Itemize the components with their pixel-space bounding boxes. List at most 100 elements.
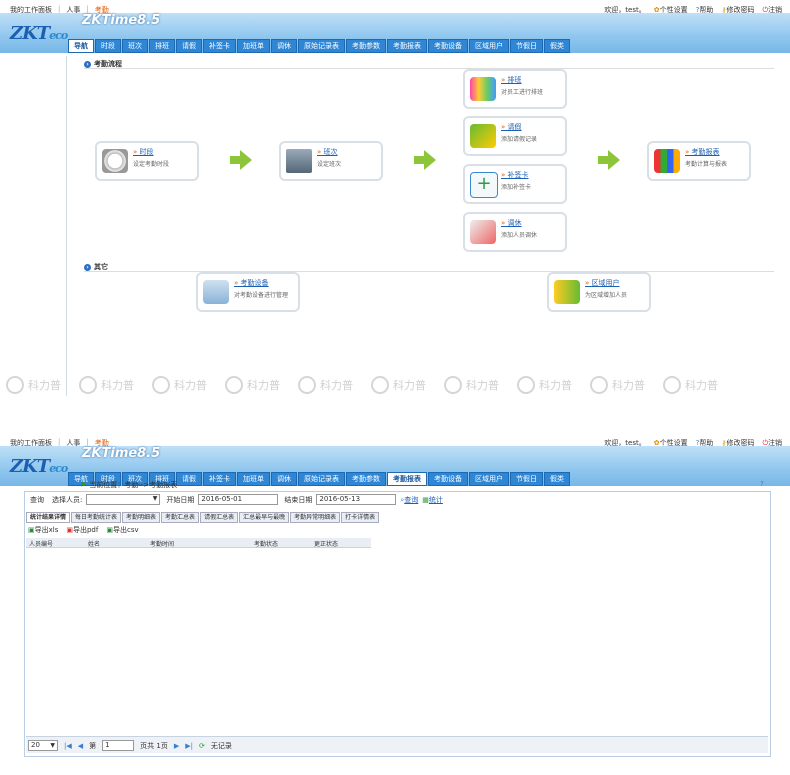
no-records-text: 无记录 bbox=[210, 741, 232, 750]
card-report[interactable]: 考勤报表 考勤计算与报表 bbox=[647, 141, 751, 181]
card-schedule[interactable]: 排班 对员工进行排班 bbox=[463, 69, 567, 109]
watermark-logo: 科力普 bbox=[371, 376, 426, 394]
card-makeup[interactable]: + 补签卡 添加补签卡 bbox=[463, 164, 567, 204]
watermark-icon bbox=[225, 376, 243, 394]
tab-12[interactable]: 区域用户 bbox=[469, 472, 509, 486]
tab-6[interactable]: 加班单 bbox=[237, 39, 270, 53]
query-button[interactable]: ⌕查询 bbox=[400, 495, 418, 505]
card-title[interactable]: 请假 bbox=[501, 122, 522, 132]
tab-5[interactable]: 补签卡 bbox=[203, 39, 236, 53]
col-time[interactable]: 考勤时间 bbox=[150, 539, 174, 548]
end-date-label: 结束日期 bbox=[284, 495, 313, 504]
tab-6[interactable]: 加班单 bbox=[237, 472, 270, 486]
pencil-icon bbox=[470, 124, 496, 148]
chevron-down-icon: ▼ bbox=[152, 495, 158, 502]
card-desc: 设定班次 bbox=[317, 161, 342, 168]
card-desc: 添加请假记录 bbox=[501, 136, 538, 143]
card-title[interactable]: 时段 bbox=[133, 147, 154, 157]
tab-11[interactable]: 考勤设备 bbox=[428, 39, 468, 53]
table-header: 人员编号 姓名 考勤时间 考勤状态 更正状态 bbox=[26, 538, 371, 548]
page-size-select[interactable]: 20 ▼ bbox=[28, 740, 58, 751]
tab-13[interactable]: 节假日 bbox=[510, 472, 543, 486]
page-prefix: 第 bbox=[89, 741, 97, 750]
tab-10[interactable]: 考勤报表 bbox=[387, 472, 427, 486]
tab-5[interactable]: 补签卡 bbox=[203, 472, 236, 486]
divider bbox=[84, 271, 774, 272]
tab-11[interactable]: 考勤设备 bbox=[428, 472, 468, 486]
help-icon[interactable]: ? bbox=[760, 480, 764, 488]
first-page-icon[interactable]: |◀ bbox=[64, 742, 72, 750]
card-title[interactable]: 排班 bbox=[501, 75, 522, 85]
tab-7[interactable]: 调休 bbox=[271, 472, 297, 486]
tab-7[interactable]: 调休 bbox=[271, 39, 297, 53]
query-toolbar: 查询 选择人员: ▼ 开始日期 2016-05-01 结束日期 2016-05-… bbox=[30, 494, 443, 505]
col-corrected-status[interactable]: 更正状态 bbox=[314, 539, 338, 548]
col-name[interactable]: 姓名 bbox=[88, 539, 100, 548]
page-number-input[interactable]: 1 bbox=[102, 740, 135, 751]
report-subtab[interactable]: 考勤明细表 bbox=[122, 512, 161, 523]
col-employee-id[interactable]: 人员编号 bbox=[29, 539, 53, 548]
watermark-icon bbox=[517, 376, 535, 394]
card-desc: 考勤计算与报表 bbox=[685, 161, 728, 168]
export-csv-button[interactable]: ▣导出csv bbox=[106, 525, 138, 535]
tab-1[interactable]: 时段 bbox=[95, 39, 121, 53]
watermark-logo: 科力普 bbox=[79, 376, 134, 394]
card-timeslot[interactable]: 时段 设定考勤时段 bbox=[95, 141, 199, 181]
report-subtab[interactable]: 考勤汇总表 bbox=[161, 512, 200, 523]
card-shift[interactable]: 班次 设定班次 bbox=[279, 141, 383, 181]
card-title[interactable]: 考勤设备 bbox=[234, 278, 269, 288]
tab-4[interactable]: 请假 bbox=[176, 39, 202, 53]
tab-10[interactable]: 考勤报表 bbox=[387, 39, 427, 53]
last-page-icon[interactable]: ▶| bbox=[185, 742, 193, 750]
pdf-icon: ▣ bbox=[66, 526, 73, 534]
tab-14[interactable]: 假类 bbox=[544, 39, 570, 53]
main-tabs: 导航 时段 班次 排班 请假 补签卡 加班单 调休 原始记录表 考勤参数 考勤报表 考勤设备 区域用户节… bbox=[68, 39, 570, 53]
export-xls-button[interactable]: ▣导出xls bbox=[28, 525, 58, 535]
tab-0[interactable]: 导航 bbox=[68, 39, 94, 53]
report-subtab[interactable]: 每日考勤统计表 bbox=[71, 512, 122, 523]
col-status[interactable]: 考勤状态 bbox=[254, 539, 278, 548]
report-subtab[interactable]: 打卡详情表 bbox=[341, 512, 380, 523]
zkteco-logo: ZKTeco bbox=[10, 23, 68, 44]
tab-2[interactable]: 班次 bbox=[122, 39, 148, 53]
report-subtab[interactable]: 考勤异常明细表 bbox=[290, 512, 341, 523]
report-subtab[interactable]: 统计结果详情 bbox=[26, 512, 71, 523]
card-title[interactable]: 补签卡 bbox=[501, 170, 529, 180]
card-title[interactable]: 区域用户 bbox=[585, 278, 620, 288]
prev-page-icon[interactable]: ◀ bbox=[78, 742, 83, 750]
card-desc: 添加补签卡 bbox=[501, 184, 532, 191]
tab-13[interactable]: 节假日 bbox=[510, 39, 543, 53]
select-person-label: 选择人员: bbox=[52, 495, 83, 504]
card-title[interactable]: 调休 bbox=[501, 218, 522, 228]
tab-14[interactable]: 假类 bbox=[544, 472, 570, 486]
start-date-field[interactable]: 2016-05-01 bbox=[198, 494, 279, 505]
refresh-icon[interactable]: ⟳ bbox=[199, 742, 205, 750]
report-subtab[interactable]: 请假汇总表 bbox=[200, 512, 239, 523]
add-document-icon: + bbox=[470, 172, 498, 198]
tab-8[interactable]: 原始记录表 bbox=[298, 39, 345, 53]
next-page-icon[interactable]: ▶ bbox=[174, 742, 179, 750]
watermark-logo: 科力普 bbox=[225, 376, 280, 394]
watermark-icon bbox=[298, 376, 316, 394]
card-region[interactable]: 区域用户 为区域增加人员 bbox=[547, 272, 651, 312]
tab-12[interactable]: 区域用户 bbox=[469, 39, 509, 53]
stats-button[interactable]: ▦统计 bbox=[422, 495, 443, 505]
export-pdf-button[interactable]: ▣导出pdf bbox=[66, 525, 98, 535]
card-title[interactable]: 考勤报表 bbox=[685, 147, 720, 157]
tab-3[interactable]: 排班 bbox=[149, 39, 175, 53]
card-leave[interactable]: 请假 添加请假记录 bbox=[463, 116, 567, 156]
report-subtab[interactable]: 汇总最早与最晚 bbox=[239, 512, 290, 523]
tab-9[interactable]: 考勤参数 bbox=[346, 39, 386, 53]
app-title: ZKTime8.5 bbox=[82, 13, 161, 28]
person-select[interactable]: ▼ bbox=[86, 494, 161, 505]
tab-8[interactable]: 原始记录表 bbox=[298, 472, 345, 486]
end-date-field[interactable]: 2016-05-13 bbox=[316, 494, 397, 505]
card-swap[interactable]: 调休 添加人员调休 bbox=[463, 212, 567, 252]
watermark-icon bbox=[663, 376, 681, 394]
users-icon bbox=[554, 280, 580, 304]
card-device[interactable]: 考勤设备 对考勤设备进行管理 bbox=[196, 272, 300, 312]
card-title[interactable]: 班次 bbox=[317, 147, 338, 157]
chart-icon bbox=[654, 149, 680, 173]
tab-9[interactable]: 考勤参数 bbox=[346, 472, 386, 486]
tab-4[interactable]: 请假 bbox=[176, 472, 202, 486]
